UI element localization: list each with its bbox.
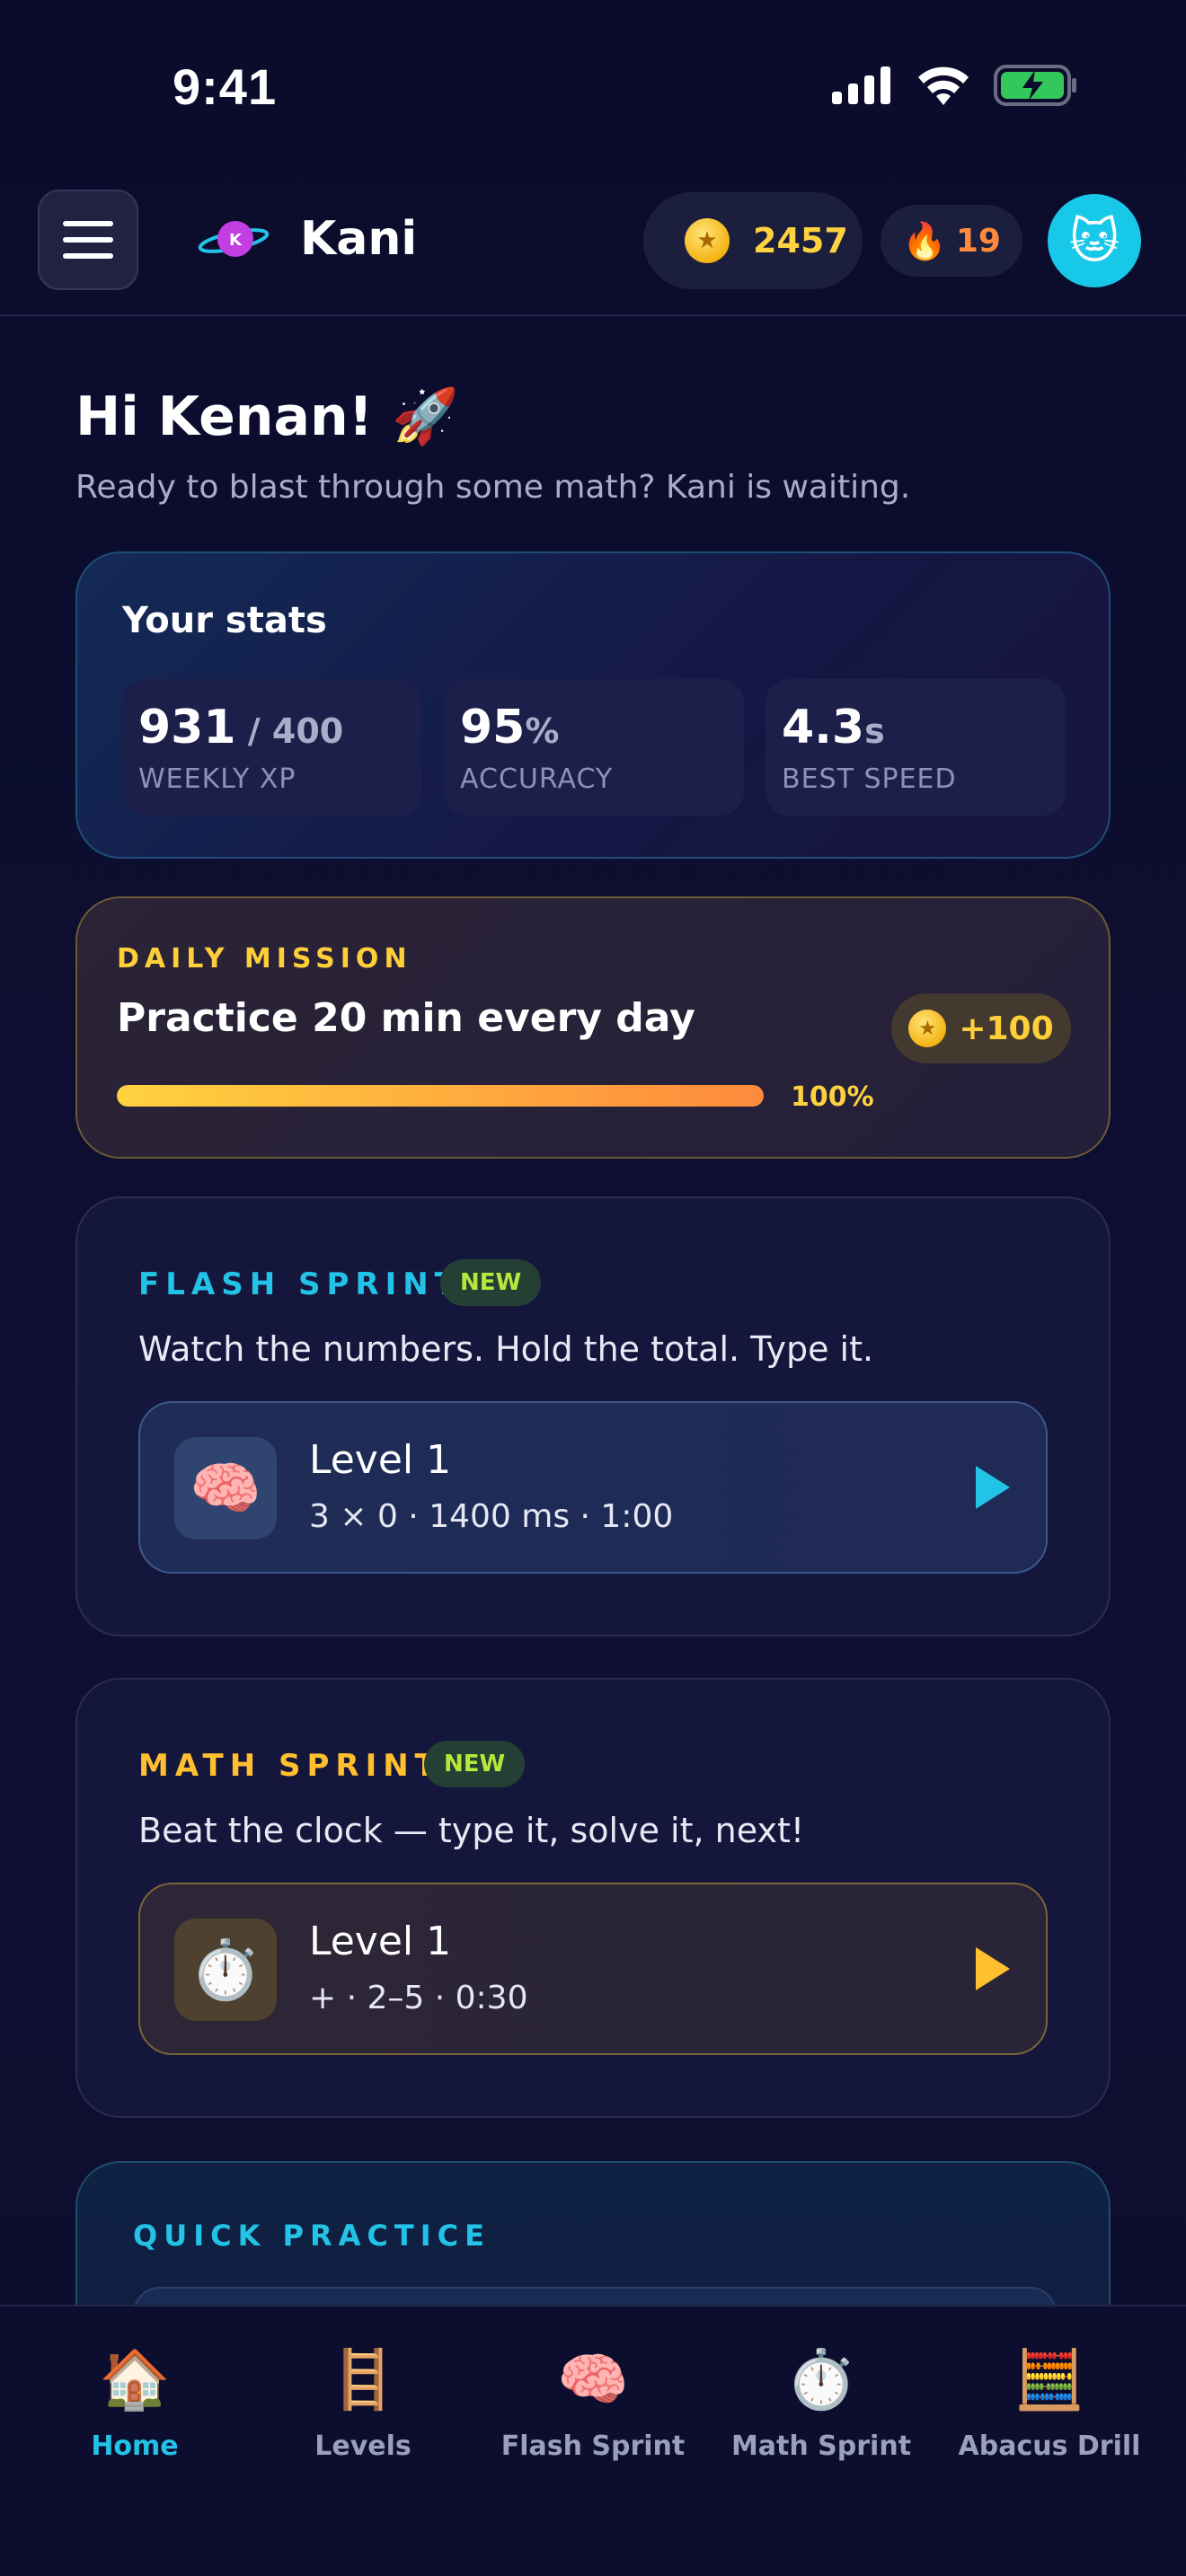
mission-title: Practice 20 min every day bbox=[117, 995, 695, 1041]
menu-button[interactable] bbox=[38, 190, 138, 290]
bottom-navigation: 🏠 Home 🪜 Levels 🧠 Flash Sprint ⏱️ Math S… bbox=[0, 2305, 1186, 2576]
level-meta: 3 × 0 · 1400 ms · 1:00 bbox=[309, 1498, 674, 1535]
mission-progress-fill bbox=[117, 1085, 764, 1107]
coins-counter[interactable]: ★ 2457 bbox=[643, 192, 863, 289]
flash-sprint-card: FLASH SPRINT NEW Watch the numbers. Hold… bbox=[75, 1196, 1111, 1636]
status-time: 9:41 bbox=[173, 58, 278, 115]
stat-best-speed: 4.3s BEST SPEED bbox=[766, 679, 1066, 816]
coin-icon: ★ bbox=[685, 218, 730, 263]
stat-suffix: % bbox=[525, 711, 560, 751]
abacus-icon: 🧮 bbox=[1013, 2347, 1085, 2413]
menu-icon bbox=[63, 221, 113, 226]
app-screen: 9:41 K Kani ★ 2457 🔥 19 🐱 Hi Kenan! 🚀 Re… bbox=[0, 0, 1186, 2576]
new-badge: NEW bbox=[440, 1259, 542, 1306]
level-name: Level 1 bbox=[309, 1919, 452, 1964]
flash-sprint-kicker: FLASH SPRINT bbox=[138, 1266, 462, 1302]
greeting-title: Hi Kenan! 🚀 bbox=[75, 385, 459, 448]
math-sprint-description: Beat the clock — type it, solve it, next… bbox=[138, 1811, 805, 1850]
signal-icon bbox=[832, 66, 890, 104]
math-sprint-kicker: MATH SPRINT bbox=[138, 1748, 442, 1784]
play-icon bbox=[976, 1466, 1010, 1509]
cat-avatar-icon: 🐱 bbox=[1068, 212, 1120, 269]
mission-kicker: DAILY MISSION bbox=[117, 943, 412, 975]
nav-flash-sprint[interactable]: 🧠 Flash Sprint bbox=[494, 2342, 692, 2462]
mission-reward-badge: ★ +100 bbox=[891, 993, 1071, 1063]
mission-progress-label: 100% bbox=[791, 1081, 874, 1113]
ladder-icon: 🪜 bbox=[327, 2347, 399, 2413]
stat-label: WEEKLY XP bbox=[138, 763, 296, 795]
streak-value: 19 bbox=[955, 222, 1001, 260]
brain-icon: 🧠 bbox=[174, 1437, 277, 1539]
brand-name: Kani bbox=[300, 212, 418, 266]
mission-progress-bar bbox=[117, 1085, 764, 1107]
nav-label: Home bbox=[91, 2430, 179, 2462]
coins-value: 2457 bbox=[753, 221, 848, 260]
coin-icon: ★ bbox=[908, 1010, 947, 1047]
nav-label: Abacus Drill bbox=[958, 2430, 1141, 2462]
brain-icon: 🧠 bbox=[557, 2347, 629, 2413]
stat-value: 4.3 bbox=[782, 701, 865, 754]
stat-value: 95 bbox=[460, 701, 526, 754]
stat-value: 931 bbox=[138, 701, 236, 754]
nav-math-sprint[interactable]: ⏱️ Math Sprint bbox=[722, 2342, 920, 2462]
play-icon bbox=[976, 1947, 1010, 1990]
flame-icon: 🔥 bbox=[902, 220, 947, 262]
flash-sprint-description: Watch the numbers. Hold the total. Type … bbox=[138, 1329, 874, 1369]
nav-abacus-drill[interactable]: 🧮 Abacus Drill bbox=[951, 2342, 1148, 2462]
nav-label: Flash Sprint bbox=[500, 2430, 686, 2462]
avatar[interactable]: 🐱 bbox=[1048, 194, 1141, 287]
status-bar: 9:41 bbox=[0, 0, 1186, 171]
nav-levels[interactable]: 🪜 Levels bbox=[264, 2342, 462, 2462]
stat-weekly-xp: 931 / 400 WEEKLY XP bbox=[122, 679, 422, 816]
stopwatch-icon: ⏱️ bbox=[785, 2347, 857, 2413]
stats-card: Your stats 931 / 400 WEEKLY XP 95% ACCUR… bbox=[75, 551, 1111, 859]
math-sprint-level-button[interactable]: ⏱️ Level 1 + · 2–5 · 0:30 bbox=[138, 1883, 1048, 2055]
daily-mission-card[interactable]: DAILY MISSION Practice 20 min every day … bbox=[75, 896, 1111, 1159]
house-icon: 🏠 bbox=[99, 2347, 171, 2413]
stopwatch-icon: ⏱️ bbox=[174, 1919, 277, 2021]
status-icons bbox=[832, 65, 1078, 106]
stat-accuracy: 95% ACCURACY bbox=[444, 679, 744, 816]
greeting-subtitle: Ready to blast through some math? Kani i… bbox=[75, 469, 911, 506]
flash-sprint-level-button[interactable]: 🧠 Level 1 3 × 0 · 1400 ms · 1:00 bbox=[138, 1401, 1048, 1574]
level-meta: + · 2–5 · 0:30 bbox=[309, 1980, 528, 2016]
math-sprint-card: MATH SPRINT NEW Beat the clock — type it… bbox=[75, 1678, 1111, 2118]
app-header: K Kani ★ 2457 🔥 19 🐱 bbox=[0, 171, 1186, 316]
nav-home[interactable]: 🏠 Home bbox=[36, 2342, 234, 2462]
level-name: Level 1 bbox=[309, 1437, 452, 1483]
stats-title: Your stats bbox=[122, 600, 327, 641]
quick-practice-kicker: QUICK PRACTICE bbox=[133, 2219, 491, 2253]
svg-text:K: K bbox=[229, 231, 243, 250]
stat-suffix: / 400 bbox=[235, 711, 344, 751]
kani-planet-logo-icon: K bbox=[198, 221, 270, 257]
stat-suffix: s bbox=[864, 711, 885, 751]
nav-label: Math Sprint bbox=[730, 2430, 912, 2462]
stat-label: ACCURACY bbox=[460, 763, 614, 795]
battery-charging-icon bbox=[994, 65, 1076, 106]
wifi-icon bbox=[918, 66, 969, 105]
mission-reward-value: +100 bbox=[959, 1010, 1054, 1047]
streak-counter[interactable]: 🔥 19 bbox=[881, 205, 1022, 277]
new-badge: NEW bbox=[424, 1741, 526, 1787]
stat-label: BEST SPEED bbox=[782, 763, 957, 795]
nav-label: Levels bbox=[314, 2430, 412, 2462]
